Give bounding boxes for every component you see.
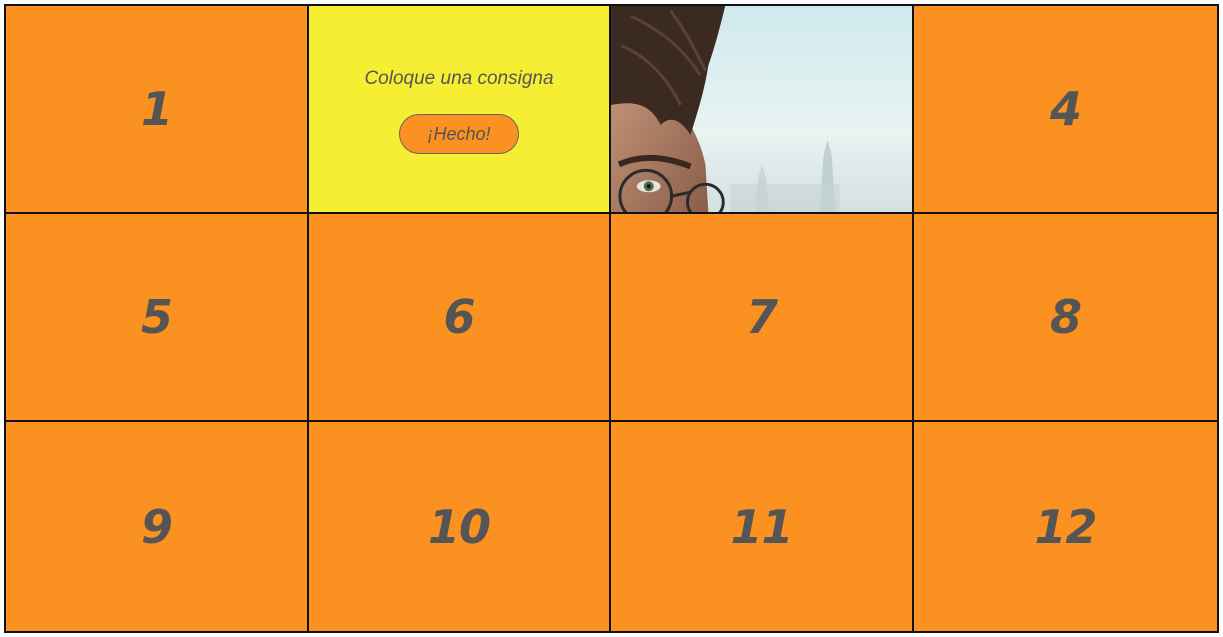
- tile-number: 11: [730, 499, 793, 554]
- tile-10[interactable]: 10: [309, 422, 611, 631]
- tile-number: 12: [1034, 499, 1097, 554]
- tile-number: 10: [427, 499, 491, 554]
- tile-4[interactable]: 4: [914, 6, 1217, 214]
- tile-8[interactable]: 8: [914, 214, 1217, 422]
- prompt-text: Coloque una consigna: [364, 68, 554, 89]
- tile-2-prompt: Coloque una consigna ¡Hecho!: [309, 6, 611, 214]
- tile-number: 6: [443, 290, 475, 344]
- tile-6[interactable]: 6: [309, 214, 611, 422]
- tile-board: 1 Coloque una consigna ¡Hecho! 4 5 6 7 8…: [4, 4, 1219, 633]
- tile-11[interactable]: 11: [611, 422, 914, 631]
- tile-number: 8: [1049, 290, 1082, 344]
- done-button[interactable]: ¡Hecho!: [399, 114, 519, 154]
- tile-1[interactable]: 1: [6, 6, 309, 214]
- tile-7[interactable]: 7: [611, 214, 914, 422]
- tile-12[interactable]: 12: [914, 422, 1217, 631]
- tile-number: 1: [140, 82, 173, 136]
- tile-5[interactable]: 5: [6, 214, 309, 422]
- tile-number: 9: [140, 499, 173, 554]
- tile-number: 5: [140, 290, 173, 344]
- portrait-image: [611, 6, 912, 212]
- tile-3-revealed-image: [611, 6, 914, 214]
- tile-number: 7: [745, 290, 778, 344]
- tile-number: 4: [1049, 82, 1082, 136]
- tile-9[interactable]: 9: [6, 422, 309, 631]
